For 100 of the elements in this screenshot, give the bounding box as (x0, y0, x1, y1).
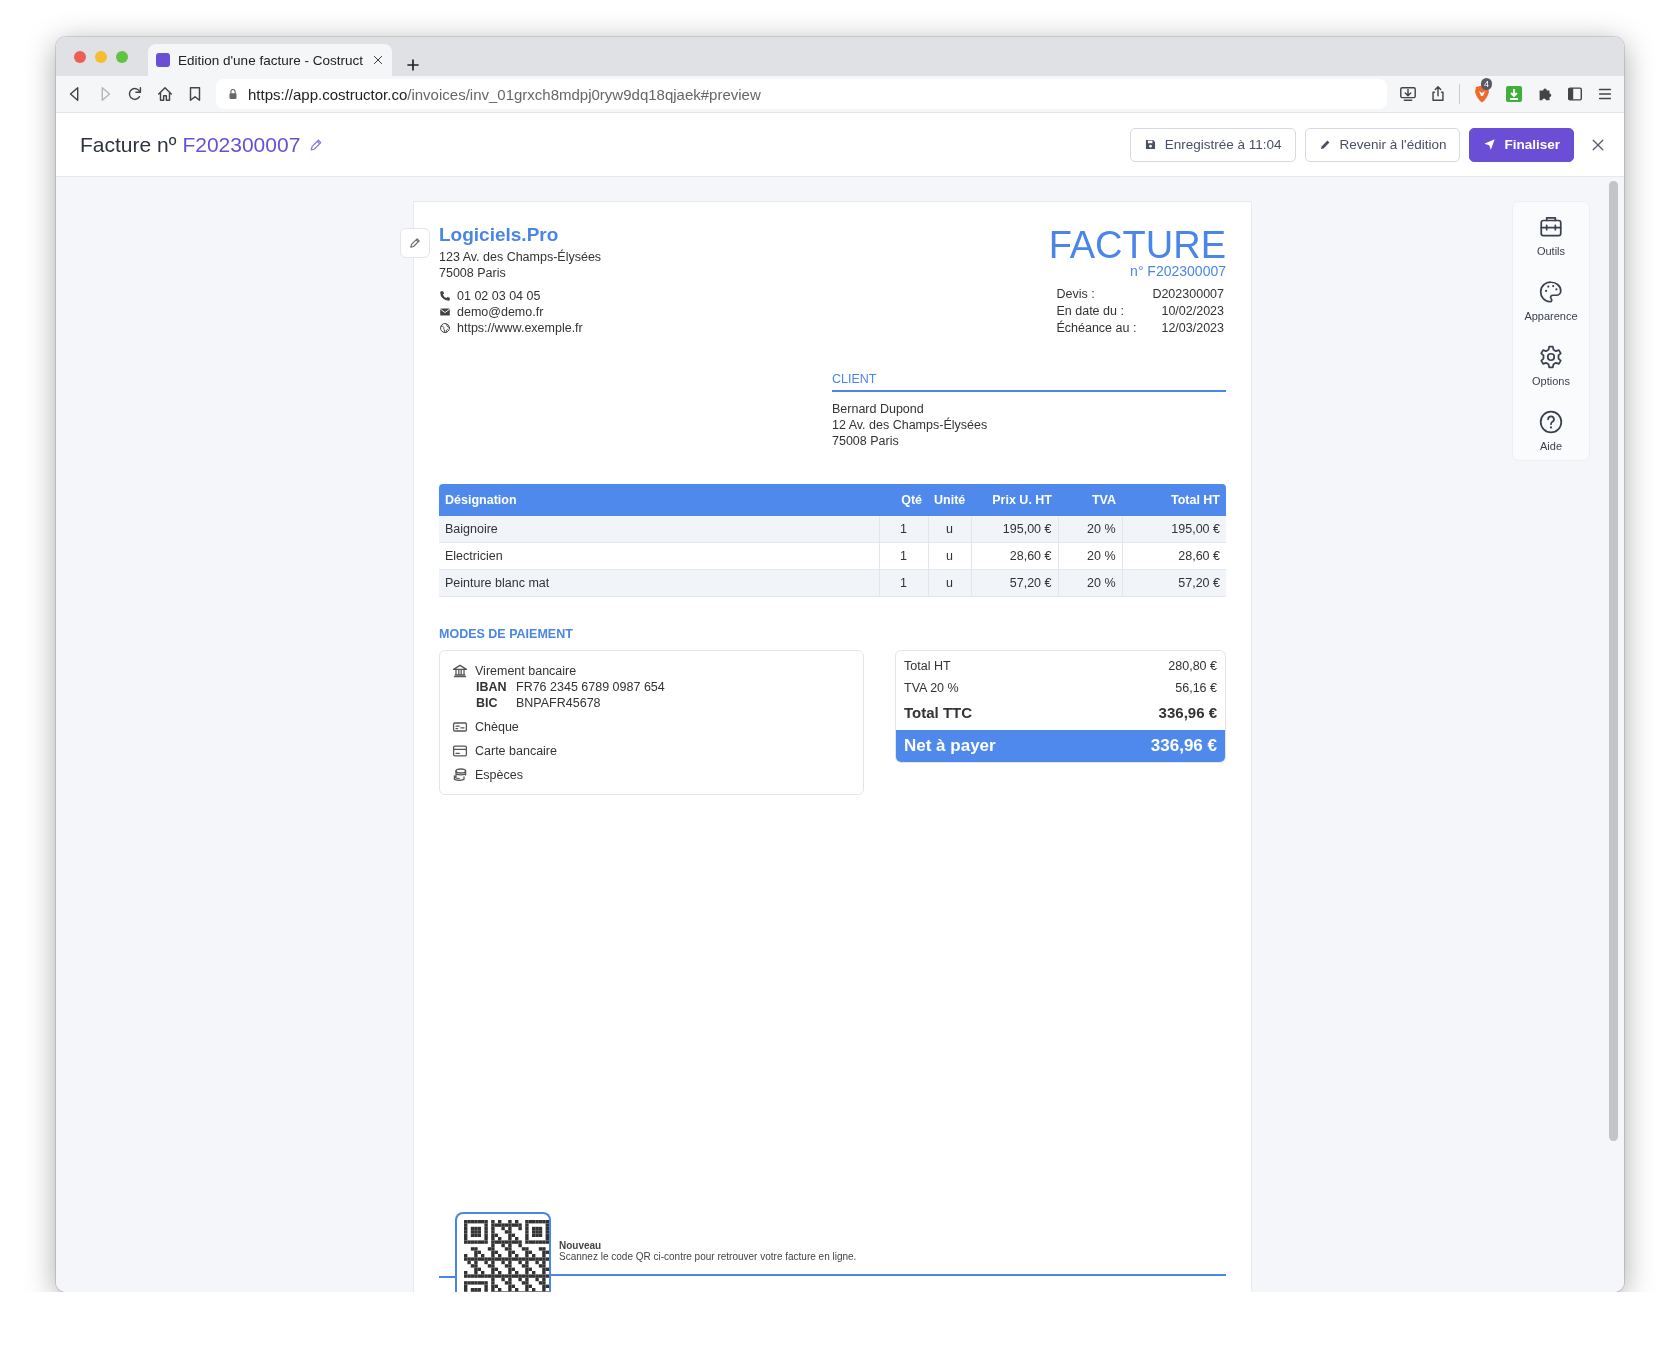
client-address: 75008 Paris (832, 433, 900, 449)
total-label: TVA 20 % (904, 681, 959, 695)
invoice-number: F202300007 (182, 132, 301, 157)
detail-label: BIC (476, 695, 499, 711)
tool-label[interactable]: Aide (1540, 440, 1562, 452)
total-label: Total HT (904, 659, 951, 673)
coins-icon (452, 767, 468, 783)
meta-value: 12/03/2023 (1160, 321, 1224, 335)
client-heading: CLIENT (832, 372, 1226, 392)
sidebar-icon[interactable] (1566, 85, 1584, 103)
payment-method: Carte bancaire (475, 744, 557, 758)
column-header: Total HT (1122, 484, 1226, 516)
total-value: 280,80 € (1168, 659, 1217, 673)
contact-text: https://www.exemple.fr (457, 320, 583, 336)
client-address: Bernard Dupond (832, 401, 925, 417)
saved-button[interactable]: Enregistrée à 11:04 (1129, 127, 1296, 162)
cheque-icon (452, 719, 468, 735)
table-cell: 195,00 € (1122, 516, 1226, 543)
floppy-icon (1143, 138, 1157, 151)
meta-label: En date du : (1056, 304, 1125, 318)
tool-label[interactable]: Outils (1536, 245, 1566, 257)
pencil-icon (1318, 138, 1332, 151)
table-cell: 28,60 € (971, 542, 1058, 570)
envelope-icon (439, 306, 451, 318)
help-icon[interactable] (1538, 409, 1564, 435)
column-header: Désignation (439, 484, 879, 516)
page-title: Facture nº (80, 132, 177, 157)
total-label: Total TTC (904, 704, 973, 721)
footer-text: Scannez le code QR ci-contre pour retrouver votre facture en ligne. (559, 1251, 858, 1262)
footer-title: Nouveau (559, 1240, 603, 1251)
section-heading: MODES DE PAIEMENT (439, 627, 574, 641)
download-icon[interactable] (1399, 85, 1417, 103)
company-name: Logiciels.Pro (439, 224, 560, 246)
table-cell: 1 (879, 569, 928, 597)
download-extension-icon[interactable] (1504, 84, 1524, 104)
detail-label: IBAN (476, 679, 508, 695)
tool-label[interactable]: Apparence (1524, 310, 1578, 322)
table-cell: Electricien (439, 542, 879, 570)
table-cell: Peinture blanc mat (439, 569, 879, 597)
scrollbar-thumb[interactable] (1609, 181, 1618, 1141)
column-header: TVA (1058, 484, 1122, 516)
detail-value: BNPAFR45678 (516, 695, 602, 711)
table-cell: u (928, 542, 971, 570)
meta-label: Échéance au : (1056, 321, 1137, 335)
globe-icon (439, 322, 451, 334)
total-label: Net à payer (904, 736, 996, 756)
edit-button[interactable]: Revenir à l'édition (1304, 127, 1461, 162)
column-header: Qté (879, 484, 928, 516)
badge-count: 4 (1481, 78, 1492, 90)
palette-icon[interactable] (1538, 279, 1564, 305)
edit-button[interactable] (400, 228, 430, 258)
client-address: 12 Av. des Champs-Élysées (832, 417, 989, 433)
contact-text: 01 02 03 04 05 (457, 288, 541, 304)
credit-card-icon (452, 743, 468, 759)
plus-icon[interactable] (406, 58, 420, 72)
url-text: https://app.costructor.co/invoices/inv_01grxch8mdpj0ryw9dq18qjaek#preview (248, 85, 761, 103)
tool-label[interactable]: Options (1532, 375, 1570, 387)
table-cell: 20 % (1058, 542, 1122, 570)
meta-value: D202300007 (1152, 287, 1224, 301)
document-title: FACTURE (1048, 226, 1226, 264)
close-icon[interactable] (372, 54, 384, 66)
phone-icon (439, 290, 451, 302)
tab-title: Edition d'une facture - Costruct (178, 52, 364, 68)
meta-value: 10/02/2023 (1160, 304, 1224, 318)
pencil-icon (408, 236, 422, 250)
table-cell: 195,00 € (971, 516, 1058, 543)
table-cell: 20 % (1058, 569, 1122, 597)
bank-icon (452, 663, 468, 679)
table-cell: 57,20 € (971, 569, 1058, 597)
table-cell: u (928, 516, 971, 543)
detail-value: FR76 2345 6789 0987 654 (516, 679, 666, 695)
company-address: 75008 Paris (439, 265, 507, 281)
home-icon[interactable] (156, 85, 174, 103)
table-cell: u (928, 569, 971, 597)
settings-icon[interactable] (1538, 344, 1564, 370)
reload-icon[interactable] (126, 85, 144, 103)
table-cell: 1 (879, 542, 928, 570)
browser-tab[interactable]: Edition d'une facture - Costruct (148, 44, 392, 76)
paper-plane-icon (1483, 138, 1497, 151)
payment-method: Espèces (475, 768, 523, 782)
address-bar[interactable]: https://app.costructor.co/invoices/inv_01grxch8mdpj0ryw9dq18qjaek#preview (216, 79, 1387, 109)
table-cell: 57,20 € (1122, 569, 1226, 597)
total-value: 336,96 € (1158, 704, 1217, 721)
meta-label: Devis : (1056, 287, 1096, 301)
column-header: Unité (928, 484, 971, 516)
contact-text: demo@demo.fr (457, 304, 544, 320)
share-icon[interactable] (1429, 85, 1447, 103)
company-address: 123 Av. des Champs-Élysées (439, 249, 602, 265)
close-window-button[interactable] (74, 50, 86, 63)
table-cell: 1 (879, 516, 928, 543)
table-cell: 28,60 € (1122, 542, 1226, 570)
table-cell: 20 % (1058, 516, 1122, 543)
table-cell: Baignoire (439, 516, 879, 543)
finalize-button[interactable]: Finaliser (1469, 127, 1574, 162)
invoice-number: n° F202300007 (1130, 263, 1226, 279)
toolbox-icon[interactable] (1538, 214, 1564, 240)
column-header: Prix U. HT (971, 484, 1058, 516)
payment-method: Chèque (475, 720, 519, 734)
total-value: 56,16 € (1175, 681, 1217, 695)
favicon-icon (156, 53, 170, 67)
